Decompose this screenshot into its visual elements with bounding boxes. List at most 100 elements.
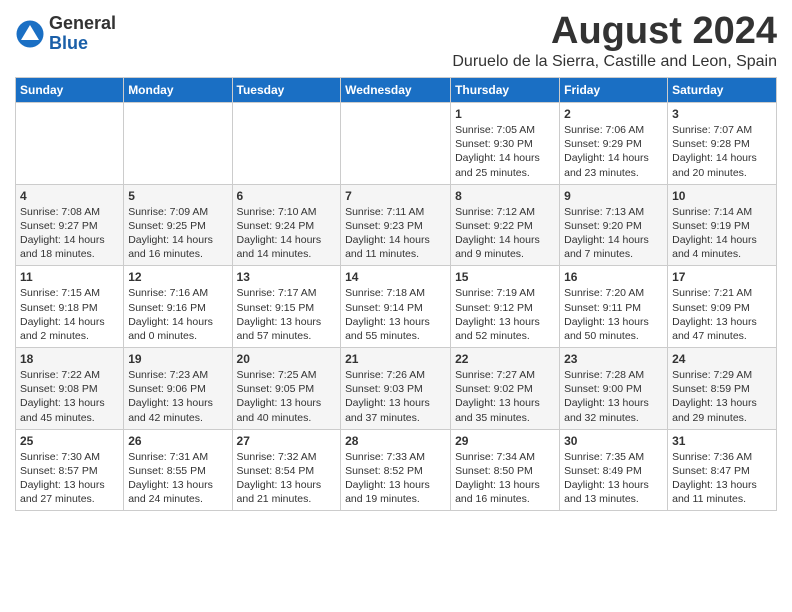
day-number: 4 <box>20 189 119 203</box>
day-number: 26 <box>128 434 227 448</box>
day-number: 9 <box>564 189 663 203</box>
day-number: 11 <box>20 270 119 284</box>
day-content: Sunrise: 7:27 AM Sunset: 9:02 PM Dayligh… <box>455 368 555 425</box>
calendar-cell: 10Sunrise: 7:14 AM Sunset: 9:19 PM Dayli… <box>668 184 777 266</box>
day-content: Sunrise: 7:21 AM Sunset: 9:09 PM Dayligh… <box>672 286 772 343</box>
day-content: Sunrise: 7:22 AM Sunset: 9:08 PM Dayligh… <box>20 368 119 425</box>
calendar-cell: 26 Sunrise: 7:31 AM Sunset: 8:55 PM Dayli… <box>124 429 232 511</box>
day-content: Sunrise: 7:11 AM Sunset: 9:23 PM Dayligh… <box>345 205 446 262</box>
calendar-cell <box>124 103 232 185</box>
calendar-header-day: Friday <box>560 78 668 103</box>
calendar-header-day: Thursday <box>451 78 560 103</box>
calendar-cell: 12Sunrise: 7:16 AM Sunset: 9:16 PM Dayli… <box>124 266 232 348</box>
day-content: Sunrise: 7:20 AM Sunset: 9:11 PM Dayligh… <box>564 286 663 343</box>
calendar-header-day: Saturday <box>668 78 777 103</box>
calendar-cell: 1Sunrise: 7:05 AM Sunset: 9:30 PM Daylig… <box>451 103 560 185</box>
day-content: Sunrise: 7:33 AM Sunset: 8:52 PM Dayligh… <box>345 450 446 507</box>
day-content: Sunrise: 7:23 AM Sunset: 9:06 PM Dayligh… <box>128 368 227 425</box>
day-number: 28 <box>345 434 446 448</box>
logo-blue: Blue <box>49 34 116 54</box>
day-content: Sunrise: 7:08 AM Sunset: 9:27 PM Dayligh… <box>20 205 119 262</box>
day-content: Sunrise: 7:14 AM Sunset: 9:19 PM Dayligh… <box>672 205 772 262</box>
day-number: 5 <box>128 189 227 203</box>
calendar-header-day: Sunday <box>16 78 124 103</box>
day-content: Sunrise: 7:35 AM Sunset: 8:49 PM Dayligh… <box>564 450 663 507</box>
day-content: Sunrise: 7:28 AM Sunset: 9:00 PM Dayligh… <box>564 368 663 425</box>
day-content: Sunrise: 7:06 AM Sunset: 9:29 PM Dayligh… <box>564 123 663 180</box>
day-number: 15 <box>455 270 555 284</box>
calendar-week-row: 1Sunrise: 7:05 AM Sunset: 9:30 PM Daylig… <box>16 103 777 185</box>
calendar-cell: 6Sunrise: 7:10 AM Sunset: 9:24 PM Daylig… <box>232 184 341 266</box>
calendar-table: SundayMondayTuesdayWednesdayThursdayFrid… <box>15 77 777 511</box>
day-content: Sunrise: 7:25 AM Sunset: 9:05 PM Dayligh… <box>237 368 337 425</box>
calendar-cell: 19 Sunrise: 7:23 AM Sunset: 9:06 PM Dayli… <box>124 348 232 430</box>
logo: General Blue <box>15 14 116 54</box>
calendar-cell: 13Sunrise: 7:17 AM Sunset: 9:15 PM Dayli… <box>232 266 341 348</box>
calendar-header-day: Monday <box>124 78 232 103</box>
calendar-cell <box>232 103 341 185</box>
day-content: Sunrise: 7:07 AM Sunset: 9:28 PM Dayligh… <box>672 123 772 180</box>
day-number: 3 <box>672 107 772 121</box>
day-content: Sunrise: 7:19 AM Sunset: 9:12 PM Dayligh… <box>455 286 555 343</box>
calendar-cell: 16 Sunrise: 7:20 AM Sunset: 9:11 PM Dayli… <box>560 266 668 348</box>
day-number: 19 <box>128 352 227 366</box>
calendar-cell: 17Sunrise: 7:21 AM Sunset: 9:09 PM Dayli… <box>668 266 777 348</box>
calendar-cell: 30Sunrise: 7:35 AM Sunset: 8:49 PM Dayli… <box>560 429 668 511</box>
day-content: Sunrise: 7:29 AM Sunset: 8:59 PM Dayligh… <box>672 368 772 425</box>
calendar-header-row: SundayMondayTuesdayWednesdayThursdayFrid… <box>16 78 777 103</box>
logo-general: General <box>49 14 116 34</box>
day-content: Sunrise: 7:15 AM Sunset: 9:18 PM Dayligh… <box>20 286 119 343</box>
calendar-cell: 28 Sunrise: 7:33 AM Sunset: 8:52 PM Dayli… <box>341 429 451 511</box>
day-number: 16 <box>564 270 663 284</box>
calendar-cell: 3 Sunrise: 7:07 AM Sunset: 9:28 PM Daylig… <box>668 103 777 185</box>
calendar-week-row: 4 Sunrise: 7:08 AM Sunset: 9:27 PM Daylig… <box>16 184 777 266</box>
calendar-cell: 5 Sunrise: 7:09 AM Sunset: 9:25 PM Daylig… <box>124 184 232 266</box>
calendar-header-day: Wednesday <box>341 78 451 103</box>
calendar-cell: 27Sunrise: 7:32 AM Sunset: 8:54 PM Dayli… <box>232 429 341 511</box>
calendar-cell: 20 Sunrise: 7:25 AM Sunset: 9:05 PM Dayli… <box>232 348 341 430</box>
logo-text: General Blue <box>49 14 116 54</box>
day-content: Sunrise: 7:10 AM Sunset: 9:24 PM Dayligh… <box>237 205 337 262</box>
day-number: 27 <box>237 434 337 448</box>
day-content: Sunrise: 7:09 AM Sunset: 9:25 PM Dayligh… <box>128 205 227 262</box>
calendar-header-day: Tuesday <box>232 78 341 103</box>
calendar-cell: 7 Sunrise: 7:11 AM Sunset: 9:23 PM Daylig… <box>341 184 451 266</box>
header: General Blue August 2024 Duruelo de la S… <box>15 10 777 71</box>
day-number: 8 <box>455 189 555 203</box>
calendar-cell: 25 Sunrise: 7:30 AM Sunset: 8:57 PM Dayli… <box>16 429 124 511</box>
calendar-cell: 9Sunrise: 7:13 AM Sunset: 9:20 PM Daylig… <box>560 184 668 266</box>
calendar-cell: 14 Sunrise: 7:18 AM Sunset: 9:14 PM Dayli… <box>341 266 451 348</box>
title-section: August 2024 Duruelo de la Sierra, Castil… <box>452 10 777 71</box>
day-number: 1 <box>455 107 555 121</box>
calendar-cell: 31Sunrise: 7:36 AM Sunset: 8:47 PM Dayli… <box>668 429 777 511</box>
day-content: Sunrise: 7:12 AM Sunset: 9:22 PM Dayligh… <box>455 205 555 262</box>
calendar-cell: 29Sunrise: 7:34 AM Sunset: 8:50 PM Dayli… <box>451 429 560 511</box>
day-content: Sunrise: 7:36 AM Sunset: 8:47 PM Dayligh… <box>672 450 772 507</box>
calendar-cell: 15 Sunrise: 7:19 AM Sunset: 9:12 PM Dayli… <box>451 266 560 348</box>
calendar-cell: 8 Sunrise: 7:12 AM Sunset: 9:22 PM Daylig… <box>451 184 560 266</box>
day-content: Sunrise: 7:31 AM Sunset: 8:55 PM Dayligh… <box>128 450 227 507</box>
day-content: Sunrise: 7:18 AM Sunset: 9:14 PM Dayligh… <box>345 286 446 343</box>
logo-icon <box>15 19 45 49</box>
day-number: 2 <box>564 107 663 121</box>
calendar-week-row: 18 Sunrise: 7:22 AM Sunset: 9:08 PM Dayli… <box>16 348 777 430</box>
day-number: 7 <box>345 189 446 203</box>
day-number: 25 <box>20 434 119 448</box>
day-number: 13 <box>237 270 337 284</box>
calendar-week-row: 25 Sunrise: 7:30 AM Sunset: 8:57 PM Dayli… <box>16 429 777 511</box>
day-number: 14 <box>345 270 446 284</box>
calendar-week-row: 11 Sunrise: 7:15 AM Sunset: 9:18 PM Dayli… <box>16 266 777 348</box>
day-number: 20 <box>237 352 337 366</box>
calendar-cell: 2 Sunrise: 7:06 AM Sunset: 9:29 PM Daylig… <box>560 103 668 185</box>
calendar-cell: 21Sunrise: 7:26 AM Sunset: 9:03 PM Dayli… <box>341 348 451 430</box>
day-content: Sunrise: 7:30 AM Sunset: 8:57 PM Dayligh… <box>20 450 119 507</box>
calendar-cell <box>16 103 124 185</box>
day-content: Sunrise: 7:26 AM Sunset: 9:03 PM Dayligh… <box>345 368 446 425</box>
calendar-cell: 24Sunrise: 7:29 AM Sunset: 8:59 PM Dayli… <box>668 348 777 430</box>
calendar-cell: 4 Sunrise: 7:08 AM Sunset: 9:27 PM Daylig… <box>16 184 124 266</box>
subtitle: Duruelo de la Sierra, Castille and Leon,… <box>452 53 777 71</box>
day-number: 18 <box>20 352 119 366</box>
calendar-cell: 18 Sunrise: 7:22 AM Sunset: 9:08 PM Dayli… <box>16 348 124 430</box>
day-number: 22 <box>455 352 555 366</box>
day-number: 12 <box>128 270 227 284</box>
